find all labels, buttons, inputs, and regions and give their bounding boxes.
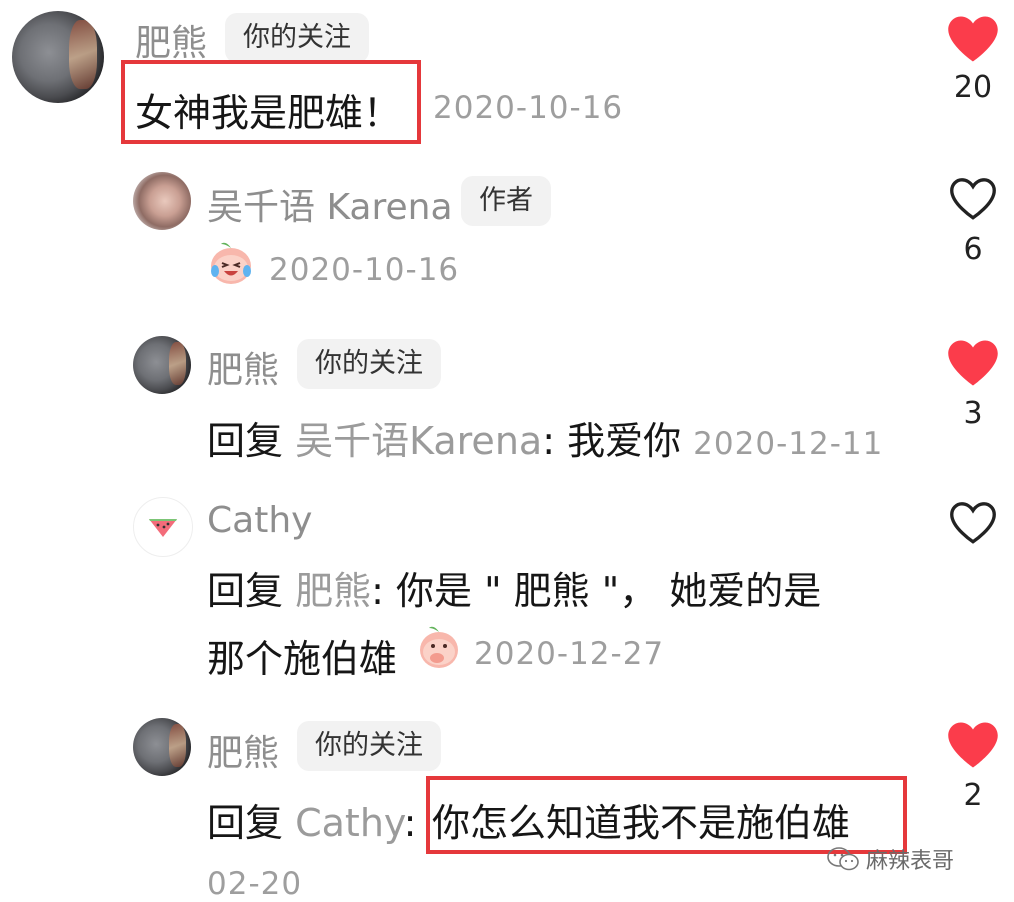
like-count: 6 <box>963 232 983 267</box>
heart-filled-icon[interactable] <box>946 14 1000 64</box>
avatar[interactable] <box>133 336 191 394</box>
comment-date: 2020-12-11 <box>693 426 884 462</box>
wechat-icon <box>827 847 859 871</box>
comment-text: 那个施伯雄 <box>207 637 398 681</box>
reply-prefix: 回复 <box>207 569 284 613</box>
heart-filled-icon[interactable] <box>946 338 1000 388</box>
like-count: 20 <box>953 70 993 105</box>
reply-to-user[interactable]: Cathy <box>295 801 404 845</box>
reply-line-continued: 那个施伯雄 <box>207 628 397 683</box>
reply-prefix: 回复 <box>207 419 284 463</box>
comment-date: 2020-10-16 <box>269 252 460 288</box>
comment-date: 2020-10-16 <box>433 90 624 126</box>
watermelon-icon <box>149 519 177 537</box>
heart-filled-icon[interactable] <box>946 720 1000 770</box>
avatar[interactable] <box>12 11 104 103</box>
like-count: 3 <box>963 396 983 431</box>
comment-username[interactable]: Cathy <box>207 500 312 541</box>
reply-line: 回复 肥熊: 你是 " 肥熊 "， 她爱的是 <box>207 560 821 615</box>
comment-username[interactable]: 吴千语 Karena <box>207 178 453 230</box>
reply-line: 回复 吴千语Karena: 我爱你 2020-12-11 <box>207 410 883 465</box>
watermark-text: 麻辣表哥 <box>866 849 955 874</box>
avatar[interactable] <box>133 172 191 230</box>
comment-text: : 你是 " 肥熊 "， 她爱的是 <box>371 569 822 613</box>
comment-text: 你怎么知道我不是施伯雄 <box>432 801 851 845</box>
follow-badge: 你的关注 <box>297 721 441 771</box>
heart-outline-icon[interactable] <box>948 500 998 546</box>
heart-outline-icon[interactable] <box>948 176 998 222</box>
avatar[interactable] <box>133 497 193 557</box>
comment-username[interactable]: 肥熊 <box>135 14 207 66</box>
reply-prefix: 回复 <box>207 801 284 845</box>
reply-to-user[interactable]: 肥熊 <box>295 569 371 613</box>
comment-text: : 我爱你 <box>542 419 682 463</box>
watermark: 麻辣表哥 <box>826 843 954 875</box>
follow-badge: 你的关注 <box>297 339 441 389</box>
avatar[interactable] <box>133 718 191 776</box>
reply-separator: : <box>403 801 417 845</box>
covering-mouth-peach-emoji <box>420 626 458 668</box>
laughing-peach-emoji <box>211 242 251 284</box>
comment-text: 女神我是肥雄！ <box>135 91 402 135</box>
follow-badge: 你的关注 <box>225 13 369 63</box>
comment-username[interactable]: 肥熊 <box>207 341 279 393</box>
comment-username[interactable]: 肥熊 <box>207 724 279 776</box>
like-count: 2 <box>963 778 983 813</box>
reply-line: 回复 Cathy: <box>207 792 416 847</box>
comment-date: 02-20 <box>207 866 303 902</box>
comment-date: 2020-12-27 <box>474 636 665 672</box>
reply-to-user[interactable]: 吴千语Karena <box>295 419 542 463</box>
author-badge: 作者 <box>461 176 551 226</box>
